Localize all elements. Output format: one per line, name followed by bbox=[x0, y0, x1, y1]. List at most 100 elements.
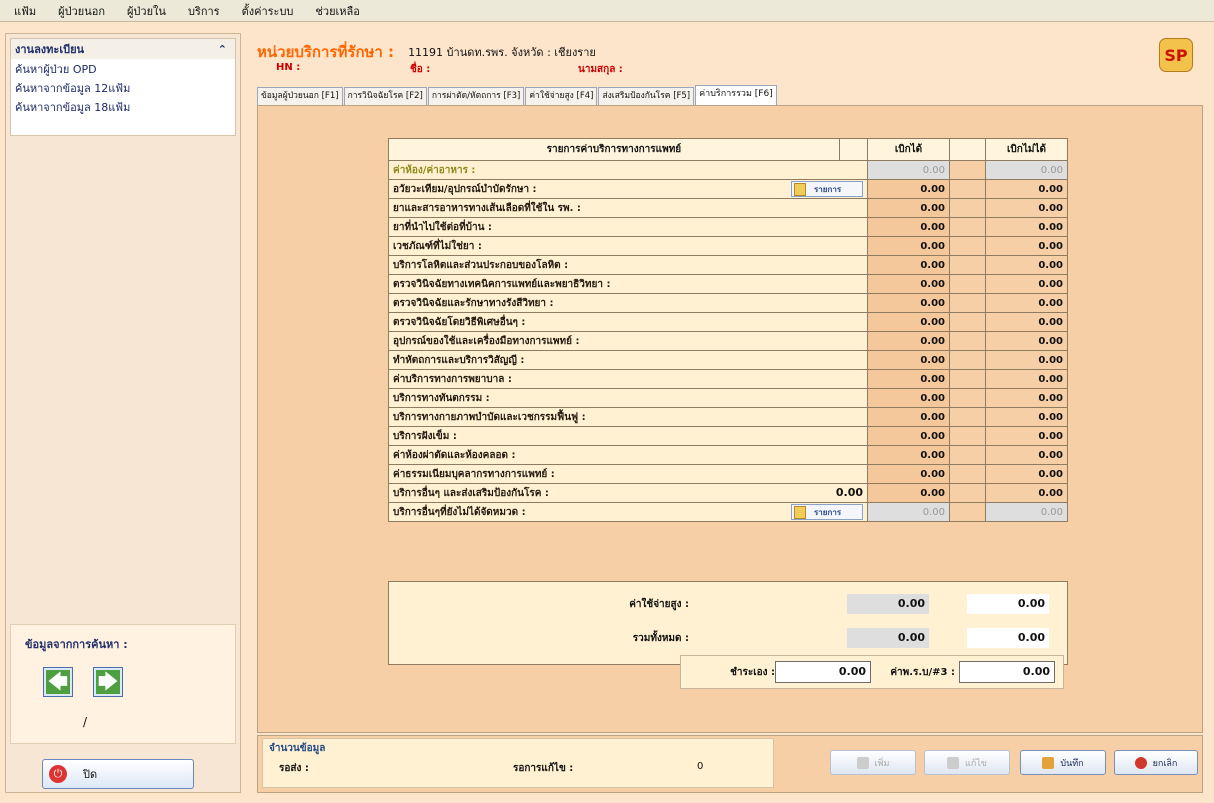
list-button[interactable]: รายการ bbox=[791, 504, 863, 520]
previous-button[interactable]: 🡄 bbox=[43, 667, 73, 697]
table-row: บริการทางกายภาพบำบัดและเวชกรรมฟื้นฟู : 0.… bbox=[388, 407, 1068, 427]
ph-input[interactable]: 0.00 bbox=[959, 661, 1055, 683]
collapse-icon[interactable]: ⌃ bbox=[218, 43, 227, 56]
table-row: ตรวจวินิจฉัยโดยวิธีพิเศษอื่นๆ : 0.00 0.00 bbox=[388, 312, 1068, 332]
claimable-cell[interactable]: 0.00 bbox=[867, 369, 950, 389]
row-label-text: บริการอื่นๆที่ยังไม่ได้จัดหมวด : bbox=[393, 506, 526, 518]
claimable-cell[interactable]: 0.00 bbox=[867, 426, 950, 446]
total-row: รวมทั้งหมด : 0.00 0.00 bbox=[389, 628, 1069, 650]
spacer-cell bbox=[949, 236, 986, 256]
add-button[interactable]: เพิ่ม bbox=[830, 750, 916, 775]
claimable-cell[interactable]: 0.00 bbox=[867, 464, 950, 484]
claimable-cell[interactable]: 0.00 bbox=[867, 331, 950, 351]
row-label: บริการทางกายภาพบำบัดและเวชกรรมฟื้นฟู : bbox=[388, 407, 868, 427]
non-claimable-cell[interactable]: 0.00 bbox=[985, 293, 1068, 313]
header-spacer bbox=[839, 138, 869, 161]
row-label-text: ตรวจวินิจฉัยทางเทคนิคการแพทย์และพยาธิวิท… bbox=[393, 278, 611, 290]
header-spacer-2 bbox=[949, 138, 986, 161]
row-label-text: ค่าห้องผ่าตัดและห้องคลอด : bbox=[393, 449, 516, 461]
high-cost-claimable: 0.00 bbox=[847, 594, 929, 614]
task-panel-header[interactable]: งานลงทะเบียน ⌃ bbox=[11, 39, 235, 59]
non-claimable-cell[interactable]: 0.00 bbox=[985, 369, 1068, 389]
close-button[interactable]: ⏻ ปิด bbox=[42, 759, 194, 789]
claimable-cell[interactable]: 0.00 bbox=[867, 445, 950, 465]
row-label-text: ค่าห้อง/ค่าอาหาร : bbox=[393, 164, 476, 176]
tab-outpatient[interactable]: ข้อมูลผู้ป่วยนอก [F1] bbox=[257, 87, 343, 105]
row-label: บริการโลหิตและส่วนประกอบของโลหิต : bbox=[388, 255, 868, 275]
tab-high-cost[interactable]: ค่าใช้จ่ายสูง [F4] bbox=[525, 87, 598, 105]
claimable-cell[interactable]: 0.00 bbox=[867, 217, 950, 237]
status-bar: จำนวนข้อมูล รอส่ง : รอการแก้ไข : 0 เพิ่ม… bbox=[257, 735, 1203, 793]
non-claimable-cell[interactable]: 0.00 bbox=[985, 426, 1068, 446]
non-claimable-cell[interactable]: 0.00 bbox=[985, 407, 1068, 427]
claimable-cell[interactable]: 0.00 bbox=[867, 236, 950, 256]
non-claimable-cell[interactable]: 0.00 bbox=[985, 464, 1068, 484]
other-services-input[interactable]: 0.00 bbox=[836, 486, 863, 499]
list-button[interactable]: รายการ bbox=[791, 181, 863, 197]
non-claimable-cell[interactable]: 0.00 bbox=[985, 312, 1068, 332]
save-button[interactable]: บันทึก bbox=[1020, 750, 1106, 775]
spacer-cell bbox=[949, 293, 986, 313]
claimable-cell[interactable]: 0.00 bbox=[867, 483, 950, 503]
row-label: ค่าบริการทางการพยาบาล : bbox=[388, 369, 868, 389]
non-claimable-cell[interactable]: 0.00 bbox=[985, 217, 1068, 237]
self-pay-input[interactable]: 0.00 bbox=[775, 661, 871, 683]
table-row: บริการฝังเข็ม : 0.00 0.00 bbox=[388, 426, 1068, 446]
row-label-text: ตรวจวินิจฉัยและรักษาทางรังสีวิทยา : bbox=[393, 297, 554, 309]
table-row: ยาที่นำไปใช้ต่อที่บ้าน : 0.00 0.00 bbox=[388, 217, 1068, 237]
spacer-cell bbox=[949, 388, 986, 408]
claimable-cell[interactable]: 0.00 bbox=[867, 407, 950, 427]
row-label-text: ค่าบริการทางการพยาบาล : bbox=[393, 373, 512, 385]
charges-panel: รายการค่าบริการทางการแพทย์ เบิกได้ เบิกไ… bbox=[257, 105, 1203, 733]
edit-button[interactable]: แก้ไข bbox=[924, 750, 1010, 775]
non-claimable-cell[interactable]: 0.00 bbox=[985, 198, 1068, 218]
non-claimable-cell[interactable]: 0.00 bbox=[985, 274, 1068, 294]
row-label-text: อุปกรณ์ของใช้และเครื่องมือทางการแพทย์ : bbox=[393, 335, 580, 347]
non-claimable-cell[interactable]: 0.00 bbox=[985, 255, 1068, 275]
spacer-cell bbox=[949, 502, 986, 522]
non-claimable-cell[interactable]: 0.00 bbox=[985, 388, 1068, 408]
menu-outpatient[interactable]: ผู้ป่วยนอก bbox=[58, 2, 105, 20]
table-row: บริการทางทันตกรรม : 0.00 0.00 bbox=[388, 388, 1068, 408]
non-claimable-cell[interactable]: 0.00 bbox=[985, 236, 1068, 256]
row-label: ตรวจวินิจฉัยทางเทคนิคการแพทย์และพยาธิวิท… bbox=[388, 274, 868, 294]
row-label: ค่าห้องผ่าตัดและห้องคลอด : bbox=[388, 445, 868, 465]
claimable-cell[interactable]: 0.00 bbox=[867, 388, 950, 408]
tab-procedure[interactable]: การผ่าตัด/หัตถการ [F3] bbox=[427, 87, 525, 105]
claimable-cell[interactable]: 0.00 bbox=[867, 274, 950, 294]
row-label: บริการอื่นๆ และส่งเสริมป้องกันโรค : 0.00 bbox=[388, 483, 868, 503]
next-button[interactable]: 🡆 bbox=[93, 667, 123, 697]
menu-help[interactable]: ช่วยเหลือ bbox=[315, 2, 359, 20]
row-label-text: บริการอื่นๆ และส่งเสริมป้องกันโรค : bbox=[393, 487, 549, 499]
non-claimable-cell[interactable]: 0.00 bbox=[985, 483, 1068, 503]
non-claimable-cell[interactable]: 0.00 bbox=[985, 179, 1068, 199]
tab-prevention[interactable]: ส่งเสริมป้องกันโรค [F5] bbox=[598, 87, 695, 105]
menu-file[interactable]: แฟ้ม bbox=[14, 2, 36, 20]
menu-inpatient[interactable]: ผู้ป่วยใน bbox=[127, 2, 166, 20]
claimable-cell[interactable]: 0.00 bbox=[867, 255, 950, 275]
total-non-claimable: 0.00 bbox=[967, 628, 1049, 648]
non-claimable-cell[interactable]: 0.00 bbox=[985, 350, 1068, 370]
tab-total-charges[interactable]: ค่าบริการรวม [F6] bbox=[695, 85, 777, 105]
claimable-cell[interactable]: 0.00 bbox=[867, 179, 950, 199]
high-cost-row: ค่าใช้จ่ายสูง : 0.00 0.00 bbox=[389, 594, 1069, 616]
menu-service[interactable]: บริการ bbox=[188, 2, 220, 20]
non-claimable-cell[interactable]: 0.00 bbox=[985, 445, 1068, 465]
tab-diagnosis[interactable]: การวินิจฉัยโรค [F2] bbox=[343, 87, 427, 105]
row-label: บริการอื่นๆที่ยังไม่ได้จัดหมวด : รายการ bbox=[388, 502, 868, 522]
claimable-cell[interactable]: 0.00 bbox=[867, 293, 950, 313]
table-row: ค่าธรรมเนียมบุคลากรทางการแพทย์ : 0.00 0.00 bbox=[388, 464, 1068, 484]
non-claimable-cell[interactable]: 0.00 bbox=[985, 331, 1068, 351]
table-row: บริการอื่นๆ และส่งเสริมป้องกันโรค : 0.00 0… bbox=[388, 483, 1068, 503]
sidebar-item-search-18[interactable]: ค้นหาจากข้อมูล 18แฟ้ม bbox=[11, 97, 235, 119]
app-logo: SP bbox=[1159, 38, 1193, 72]
charges-table: รายการค่าบริการทางการแพทย์ เบิกได้ เบิกไ… bbox=[388, 138, 1068, 522]
cancel-button-label: ยกเลิก bbox=[1152, 758, 1178, 769]
claimable-cell[interactable]: 0.00 bbox=[867, 312, 950, 332]
claimable-cell[interactable]: 0.00 bbox=[867, 198, 950, 218]
cancel-button[interactable]: ยกเลิก bbox=[1114, 750, 1198, 775]
table-row: ตรวจวินิจฉัยและรักษาทางรังสีวิทยา : 0.00 0… bbox=[388, 293, 1068, 313]
spacer-cell bbox=[949, 160, 986, 180]
claimable-cell[interactable]: 0.00 bbox=[867, 350, 950, 370]
menu-settings[interactable]: ตั้งค่าระบบ bbox=[242, 2, 294, 20]
